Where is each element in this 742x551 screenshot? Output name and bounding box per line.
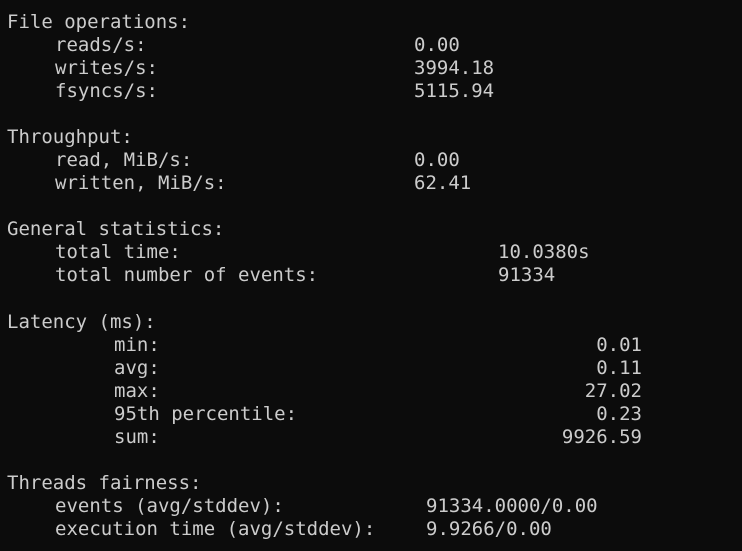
section-header-file-operations: File operations: (0, 11, 190, 34)
reads-label: reads/s: (55, 34, 147, 56)
stat-row-writes: writes/s: 3994.18 (0, 57, 494, 80)
total-time-label: total time: (55, 241, 181, 263)
stat-row-latency-min: min: 0.01 (0, 334, 642, 357)
latency-p95-value: 0.23 (596, 403, 642, 425)
stat-row-fsyncs: fsyncs/s: 5115.94 (0, 80, 494, 103)
file-operations-header: File operations: (7, 11, 191, 33)
read-mib-label: read, MiB/s: (55, 149, 193, 171)
stat-row-total-events: total number of events: 91334 (0, 264, 555, 287)
latency-p95-label: 95th percentile: (114, 403, 298, 425)
latency-max-value: 27.02 (584, 380, 642, 402)
events-fairness-value: 91334.0000/0.00 (426, 495, 598, 517)
stat-row-latency-avg: avg: 0.11 (0, 357, 642, 380)
total-time-value: 10.0380s (498, 241, 590, 263)
latency-avg-value: 0.11 (596, 357, 642, 379)
section-header-throughput: Throughput: (0, 126, 133, 149)
writes-label: writes/s: (55, 57, 158, 79)
latency-sum-value: 9926.59 (561, 426, 642, 448)
latency-avg-label: avg: (114, 357, 160, 379)
reads-value: 0.00 (414, 34, 460, 56)
throughput-header: Throughput: (7, 126, 133, 148)
exec-time-fairness-value: 9.9266/0.00 (426, 518, 552, 540)
writes-value: 3994.18 (414, 57, 495, 79)
exec-time-fairness-label: execution time (avg/stddev): (55, 518, 376, 540)
written-mib-value: 62.41 (414, 172, 472, 194)
total-events-label: total number of events: (55, 264, 319, 286)
stat-row-exec-time-fairness: execution time (avg/stddev): 9.9266/0.00 (0, 518, 552, 541)
stat-row-latency-sum: sum: 9926.59 (0, 426, 642, 449)
section-header-latency: Latency (ms): (0, 311, 156, 334)
stat-row-latency-max: max: 27.02 (0, 380, 642, 403)
read-mib-value: 0.00 (414, 149, 460, 171)
section-header-threads-fairness: Threads fairness: (0, 472, 201, 495)
threads-fairness-header: Threads fairness: (7, 472, 202, 494)
stat-row-reads: reads/s: 0.00 (0, 34, 460, 57)
total-events-value: 91334 (498, 264, 556, 286)
fsyncs-value: 5115.94 (414, 80, 495, 102)
latency-min-value: 0.01 (596, 334, 642, 356)
latency-min-label: min: (114, 334, 160, 356)
latency-max-label: max: (114, 380, 160, 402)
written-mib-label: written, MiB/s: (55, 172, 227, 194)
fsyncs-label: fsyncs/s: (55, 80, 158, 102)
stat-row-events-fairness: events (avg/stddev): 91334.0000/0.00 (0, 495, 598, 518)
general-statistics-header: General statistics: (7, 218, 225, 240)
latency-header: Latency (ms): (7, 311, 156, 333)
stat-row-total-time: total time: 10.0380s (0, 241, 590, 264)
events-fairness-label: events (avg/stddev): (55, 495, 284, 517)
latency-sum-label: sum: (114, 426, 160, 448)
terminal-window: File operations: reads/s: 0.00 writes/s:… (0, 0, 742, 551)
stat-row-latency-p95: 95th percentile: 0.23 (0, 403, 642, 426)
section-header-general-statistics: General statistics: (0, 218, 224, 241)
stat-row-written-mib: written, MiB/s: 62.41 (0, 172, 471, 195)
stat-row-read-mib: read, MiB/s: 0.00 (0, 149, 460, 172)
